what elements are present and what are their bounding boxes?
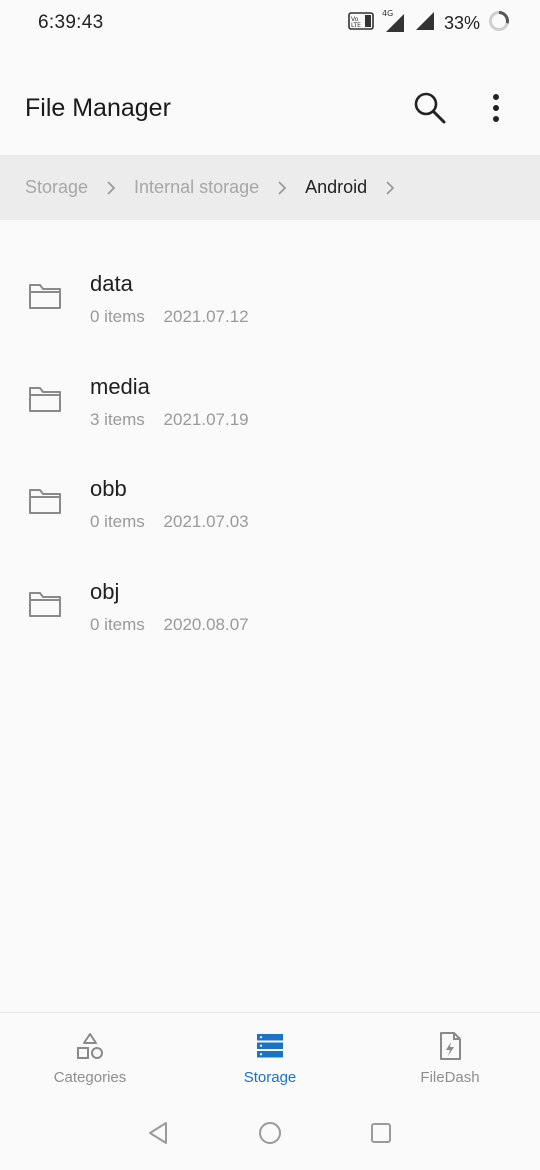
categories-icon: [77, 1033, 103, 1059]
nav-label-categories: Categories: [53, 1069, 127, 1086]
signal-4g-icon: 4G: [382, 9, 406, 33]
folder-icon: [29, 284, 61, 309]
svg-text:LTE: LTE: [351, 22, 361, 29]
chevron-right-icon: [385, 180, 395, 195]
list-item-folder-media[interactable]: media 3 items 2021.07.19: [0, 348, 540, 451]
breadcrumb: Storage Internal storage Android: [0, 155, 540, 220]
home-button[interactable]: [257, 1120, 283, 1151]
nav-label-filedash: FileDash: [420, 1069, 480, 1086]
nav-item-storage[interactable]: Storage: [180, 1013, 360, 1101]
folder-item-count: 0 items: [90, 307, 145, 326]
status-icons: Vo LTE 4G 33%: [348, 9, 510, 37]
nav-item-filedash[interactable]: FileDash: [360, 1013, 540, 1101]
folder-item-count: 0 items: [90, 512, 145, 531]
search-icon: [414, 92, 446, 124]
filedash-icon: [440, 1032, 461, 1060]
more-options-button[interactable]: [472, 84, 520, 132]
page-title: File Manager: [25, 93, 171, 122]
nav-label-storage: Storage: [243, 1069, 297, 1086]
list-item-folder-data[interactable]: data 0 items 2021.07.12: [0, 245, 540, 348]
folder-item-count: 3 items: [90, 409, 145, 429]
back-button[interactable]: [146, 1120, 172, 1151]
search-button[interactable]: [406, 84, 454, 132]
folder-item-count: 0 items: [90, 614, 145, 634]
battery-ring-icon: [488, 10, 510, 37]
volte-icon: Vo LTE: [348, 11, 374, 35]
breadcrumb-item-android[interactable]: Android: [305, 177, 367, 198]
status-bar: 6:39:43 Vo LTE 4G 33%: [0, 0, 540, 46]
folder-icon: [29, 489, 61, 514]
recents-square-icon: [371, 1122, 391, 1143]
bottom-nav: Categories Storage FileDash: [0, 1012, 540, 1101]
folder-name: obj: [90, 578, 120, 604]
status-time: 6:39:43: [38, 12, 104, 33]
folder-icon: [29, 386, 61, 412]
folder-date: 2020.08.07: [163, 614, 249, 634]
folder-name: media: [90, 373, 150, 399]
folder-name: obb: [90, 476, 127, 501]
list-item-folder-obb[interactable]: obb 0 items 2021.07.03: [0, 450, 540, 553]
folder-icon: [29, 591, 61, 617]
breadcrumb-item-internal-storage[interactable]: Internal storage: [134, 177, 259, 198]
home-circle-icon: [259, 1121, 281, 1144]
more-vert-icon: [493, 94, 499, 122]
chevron-right-icon: [106, 180, 116, 195]
storage-icon: [257, 1034, 283, 1058]
app-bar: File Manager: [0, 58, 540, 158]
folder-date: 2021.07.12: [163, 307, 249, 326]
back-triangle-icon: [149, 1121, 167, 1144]
system-nav-bar: [0, 1100, 540, 1170]
signal-icon: [414, 11, 436, 36]
breadcrumb-item-storage[interactable]: Storage: [25, 177, 88, 198]
folder-name: data: [90, 271, 133, 296]
folder-date: 2021.07.19: [163, 409, 249, 429]
list-item-folder-obj[interactable]: obj 0 items 2020.08.07: [0, 553, 540, 656]
folder-list: data 0 items 2021.07.12 media 3 items 20…: [0, 245, 540, 655]
chevron-right-icon: [277, 180, 287, 195]
network-type-label: 4G: [381, 9, 394, 18]
folder-date: 2021.07.03: [163, 512, 249, 531]
nav-item-categories[interactable]: Categories: [0, 1013, 180, 1101]
recents-button[interactable]: [368, 1120, 394, 1151]
battery-percent: 33%: [443, 12, 480, 33]
app-actions: [406, 84, 520, 132]
